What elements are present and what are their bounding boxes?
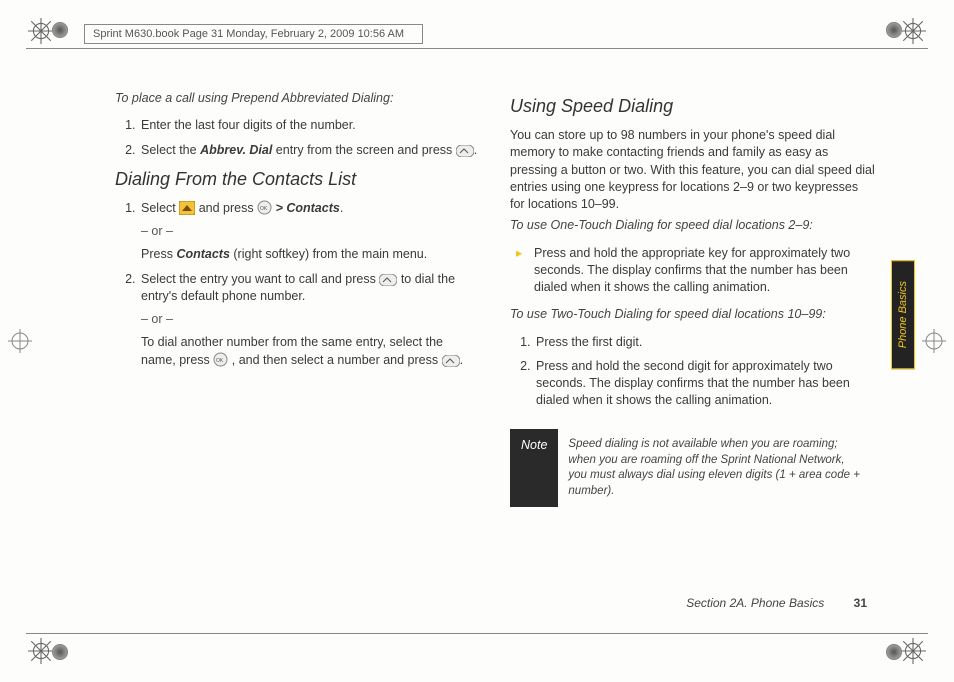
list-item: Press and hold the second digit for appr… [534,358,875,409]
or-divider: – or – [141,223,480,240]
lead-text: To place a call using Prepend Abbreviate… [115,90,480,107]
list-item: Press the first digit. [534,334,875,351]
list-item: Select the entry you want to call and pr… [139,271,480,369]
crosshair-icon [8,329,32,353]
crop-line-bottom [26,633,928,634]
contacts-label: > Contacts [276,201,340,215]
register-mark-icon [900,638,926,664]
disc-icon [886,22,902,38]
heading-dialing-contacts: Dialing From the Contacts List [115,169,480,190]
step-text: Enter the last four digits of the number… [141,118,356,132]
disc-icon [52,644,68,660]
heading-speed-dialing: Using Speed Dialing [510,96,875,117]
list-item: Select the Abbrev. Dial entry from the s… [139,142,480,159]
note-box: Note Speed dialing is not available when… [510,429,875,507]
menu-ok-icon: OK [257,200,272,215]
text: Select [141,201,179,215]
section-label: Section 2A. Phone Basics [686,596,824,610]
text: Select the entry you want to call and pr… [141,272,379,286]
list-item: Select and press OK > Contacts. – or – P… [139,200,480,263]
svg-text:OK: OK [216,358,224,364]
text: . [474,143,477,157]
text: . [340,201,343,215]
page-header: Sprint M630.book Page 31 Monday, Februar… [84,24,423,44]
register-mark-icon [28,18,54,44]
disc-icon [886,644,902,660]
svg-text:OK: OK [260,206,268,212]
abbrev-dial-label: Abbrev. Dial [200,143,272,157]
text: To dial another number from the same ent… [141,334,480,369]
text: (right softkey) from the main menu. [230,247,427,261]
talk-key-icon [379,274,397,286]
disc-icon [52,22,68,38]
section-tab: Phone Basics [891,260,915,369]
text: Press [141,247,176,261]
intro-text: You can store up to 98 numbers in your p… [510,127,875,213]
text: entry from the screen and press [272,143,455,157]
page-footer: Section 2A. Phone Basics 31 [686,596,867,610]
subhead-one-touch: To use One-Touch Dialing for speed dial … [510,217,875,234]
contacts-softkey-label: Contacts [176,247,229,261]
menu-ok-icon: OK [213,352,228,367]
right-column: Using Speed Dialing You can store up to … [510,90,875,507]
talk-key-icon [442,355,460,367]
text: Select the [141,143,200,157]
text: Press Contacts (right softkey) from the … [141,246,480,263]
page-number: 31 [854,596,867,610]
register-mark-icon [28,638,54,664]
crop-line-top [26,48,928,49]
text: and press [199,201,257,215]
talk-key-icon [456,145,474,157]
text: . [460,353,463,367]
text: , and then select a number and press [232,353,442,367]
bullet-item: Press and hold the appropriate key for a… [510,245,875,297]
home-icon [179,201,195,215]
note-text: Speed dialing is not available when you … [558,429,875,507]
register-mark-icon [900,18,926,44]
crosshair-icon [922,329,946,353]
left-column: To place a call using Prepend Abbreviate… [115,90,480,507]
list-item: Enter the last four digits of the number… [139,117,480,134]
note-label: Note [510,429,558,507]
or-divider: – or – [141,311,480,328]
subhead-two-touch: To use Two-Touch Dialing for speed dial … [510,306,875,323]
